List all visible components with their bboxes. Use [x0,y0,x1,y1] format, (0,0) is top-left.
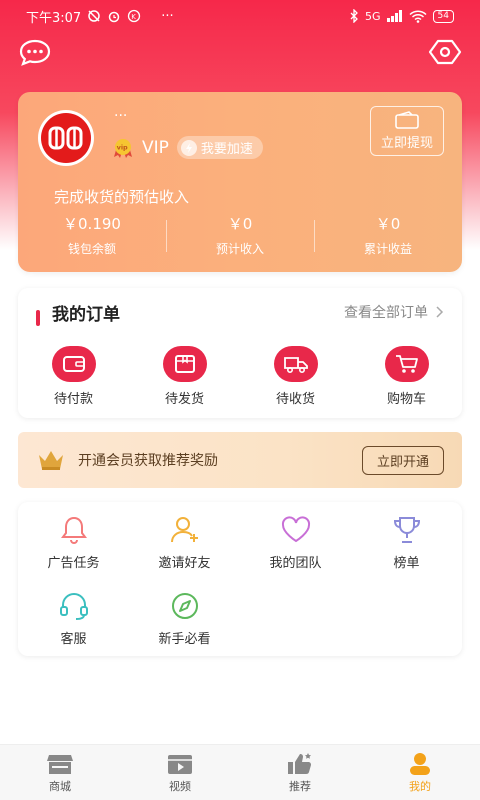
order-label: 购物车 [386,392,426,407]
view-all-orders-label: 查看全部订单 [344,305,428,321]
stat-wallet-balance[interactable]: ￥0.190 钱包余额 [18,214,166,258]
stat-value: ￥0.190 [63,215,121,233]
tool-customer-service[interactable]: 客服 [18,590,129,666]
wallet-card-icon [395,111,419,129]
stat-label: 钱包余额 [67,242,116,256]
tool-invite-friends[interactable]: 邀请好友 [129,514,240,590]
stat-value: ￥0 [227,215,253,233]
notification-k-icon: K [128,9,141,23]
order-label: 待发货 [164,392,204,407]
bottom-nav: 商城 视频 推荐 我的 [0,744,480,800]
order-pending-receipt[interactable]: 待收货 [240,346,351,407]
nav-label: 推荐 [289,779,311,793]
nav-label: 我的 [409,779,431,793]
username: ··· [114,108,128,124]
nav-item-video[interactable]: 视频 [120,745,240,800]
bluetooth-icon [350,9,358,23]
compass-icon [171,593,198,619]
add-user-icon [170,517,198,543]
wallet-icon [51,346,96,382]
orders-title: 我的订单 [52,305,120,325]
brand-logo-icon [48,126,83,150]
order-shopping-cart[interactable]: 购物车 [351,346,462,407]
stat-value: ￥0 [375,215,401,233]
nav-label: 商城 [49,779,71,793]
store-icon [47,754,73,774]
stat-label: 预计收入 [215,242,264,256]
tool-ad-tasks[interactable]: 广告任务 [18,514,129,590]
status-time: 下午3:07 [26,10,82,26]
nav-item-mine[interactable]: 我的 [360,745,480,800]
order-pending-payment[interactable]: 待付款 [18,346,129,407]
video-icon [168,754,192,774]
speedup-label: 我要加速 [200,142,253,157]
tool-label: 新手必看 [158,632,211,647]
message-icon[interactable] [18,38,52,66]
signal-icon [386,10,402,22]
vip-badge-icon: vip [114,138,132,158]
truck-icon [273,346,318,382]
headset-icon [59,593,88,620]
nav-item-store[interactable]: 商城 [0,745,120,800]
vip-label: VIP [142,137,169,158]
title-accent-bar [36,310,40,326]
tool-label: 邀请好友 [158,556,211,571]
stat-total-earnings[interactable]: ￥0 累计收益 [314,214,462,258]
status-bar: 下午3:07 K ··· 5G 54 [0,0,480,32]
orders-card: 我的订单 查看全部订单 待付款 待发货 待收货 购物车 [18,288,462,418]
withdraw-label: 立即提现 [380,136,433,151]
sync-off-icon [88,10,100,22]
order-label: 待收货 [275,392,315,407]
battery-indicator: 54 [432,9,454,23]
withdraw-button[interactable]: 立即提现 [370,106,444,156]
estimate-label: 完成收货的预估收入 [54,188,190,206]
member-banner[interactable]: 开通会员获取推荐奖励 立即开通 [18,432,462,488]
alarm-icon [108,11,120,23]
crown-icon [39,451,63,470]
wifi-icon [409,10,427,23]
tool-label: 榜单 [393,556,420,571]
tool-leaderboard[interactable]: 榜单 [351,514,462,590]
tool-label: 我的团队 [269,556,322,571]
tool-label: 客服 [60,632,87,647]
tools-card: 广告任务 邀请好友 我的团队 榜单 客服 新手必看 [18,502,462,656]
avatar[interactable] [38,110,94,166]
box-icon [162,346,207,382]
user-icon [410,752,430,775]
view-all-orders-link[interactable]: 查看全部订单 [344,302,444,322]
svg-text:K: K [132,13,137,21]
nav-label: 视频 [169,779,191,793]
profile-card: ··· vip VIP 我要加速 立即提现 完成收货的预估收入 ￥0.190 钱… [18,92,462,272]
tool-label: 广告任务 [47,556,100,571]
stat-expected-income[interactable]: ￥0 预计收入 [166,214,314,258]
speedup-button[interactable]: 我要加速 [176,136,263,159]
lightning-icon [180,139,197,156]
heart-icon [281,516,310,543]
thumbs-up-icon [288,752,311,774]
bell-icon [60,516,87,544]
settings-icon[interactable] [428,38,462,66]
tool-beginner-guide[interactable]: 新手必看 [129,590,240,666]
order-pending-shipment[interactable]: 待发货 [129,346,240,407]
trophy-icon [393,517,420,543]
nav-item-recommend[interactable]: 推荐 [240,745,360,800]
chevron-right-icon [436,306,444,318]
tool-my-team[interactable]: 我的团队 [240,514,351,590]
stats-row: ￥0.190 钱包余额 ￥0 预计收入 ￥0 累计收益 [18,214,462,258]
open-membership-button[interactable]: 立即开通 [361,445,444,475]
member-text: 开通会员获取推荐奖励 [78,453,218,469]
network-type: 5G [365,9,381,23]
svg-text:vip: vip [117,143,128,151]
order-label: 待付款 [53,392,93,407]
status-more-dots: ··· [161,8,174,24]
cart-icon [384,346,429,382]
stat-label: 累计收益 [363,242,412,256]
